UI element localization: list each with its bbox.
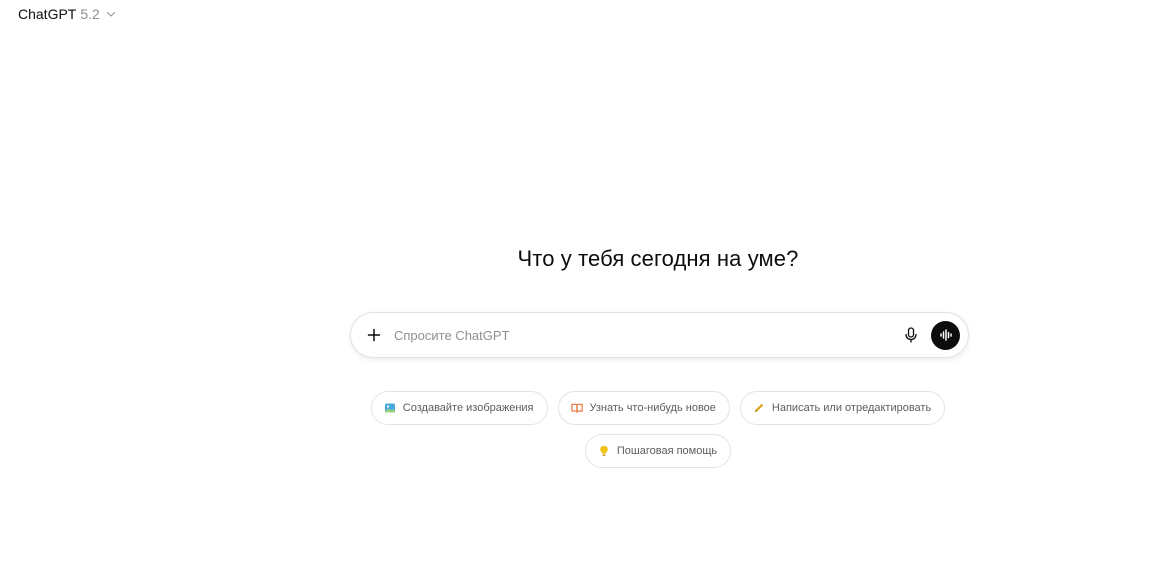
voice-mode-button[interactable] [931,320,960,350]
plus-icon [367,328,381,342]
image-icon [384,402,396,414]
chat-home-page: ChatGPT 5.2 Что у тебя сегодня на уме? С… [0,0,1176,562]
add-attachment-button[interactable] [363,324,385,346]
pencil-icon [753,402,765,414]
model-version: 5.2 [80,6,100,22]
chip-label: Создавайте изображения [402,402,534,414]
open-book-icon [570,402,583,414]
lightbulb-icon [598,445,610,457]
prompt-input[interactable] [394,320,899,350]
chevron-down-icon [106,9,116,19]
suggestion-step-by-step-help[interactable]: Пошаговая помощь [584,434,732,468]
chip-label: Узнать что-нибудь новое [589,402,716,414]
voice-waveform-icon [939,329,953,341]
model-name: ChatGPT [18,6,77,22]
prompt-composer [350,312,969,358]
model-switcher[interactable]: ChatGPT 5.2 [18,4,116,24]
suggestions-row: Пошаговая помощь [0,434,1176,468]
dictate-button[interactable] [899,323,923,347]
suggestion-learn-something[interactable]: Узнать что-нибудь новое [557,391,730,425]
chip-label: Написать или отредактировать [771,402,932,414]
suggestion-write-or-edit[interactable]: Написать или отредактировать [739,391,946,425]
suggestions-row: Создавайте изображения Узнать что-нибудь… [0,391,1176,425]
chip-label: Пошаговая помощь [616,445,718,457]
suggestion-create-images[interactable]: Создавайте изображения [370,391,548,425]
microphone-icon [904,327,918,343]
page-title: Что у тебя сегодня на уме? [517,246,799,271]
